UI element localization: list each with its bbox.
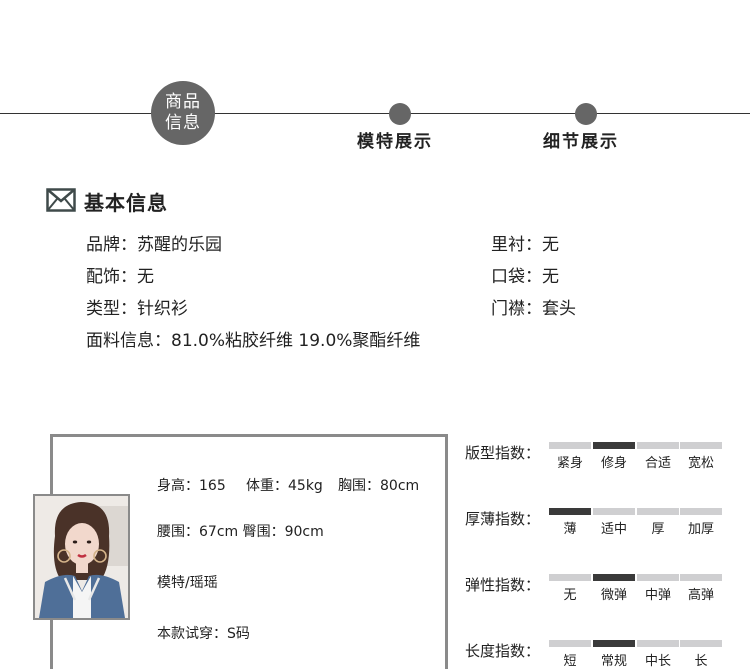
model-chest: 胸围：80cm [338, 478, 420, 494]
index-option: 高弹 [687, 588, 714, 603]
index-bar-selected [549, 508, 591, 515]
index-option: 无 [563, 588, 577, 603]
step-model-label[interactable]: 模特展示 [357, 127, 433, 152]
index-bar [549, 442, 591, 449]
info-placket: 门襟：套头 [491, 299, 576, 319]
index-option: 薄 [563, 522, 577, 537]
info-accessory: 配饰：无 [86, 267, 154, 287]
index-bar [593, 508, 635, 515]
index-bar [549, 640, 591, 647]
model-weight: 体重：45kg [246, 478, 323, 494]
step-product-info-line2: 信息 [165, 113, 201, 133]
index-bar [637, 442, 679, 449]
step-product-info[interactable]: 商品 信息 [151, 81, 215, 145]
index-option: 宽松 [687, 456, 714, 471]
index-option: 微弹 [600, 588, 627, 603]
index-option: 紧身 [556, 456, 583, 471]
index-bar [637, 508, 679, 515]
model-size-tried: 本款试穿：S码 [157, 626, 250, 642]
step-detail-dot[interactable] [575, 103, 597, 125]
index-option: 中弹 [644, 588, 671, 603]
index-option: 修身 [600, 456, 627, 471]
envelope-icon [46, 188, 76, 212]
section-title: 基本信息 [84, 191, 168, 215]
index-bar [637, 574, 679, 581]
index-bar-selected [593, 442, 635, 449]
model-photo [33, 494, 130, 620]
index-label: 厚薄指数： [465, 510, 541, 528]
index-option: 厚 [651, 522, 665, 537]
index-option: 长 [694, 654, 708, 669]
index-label: 长度指数： [465, 642, 541, 660]
info-fabric: 面料信息：81.0%粘胶纤维 19.0%聚酯纤维 [86, 331, 421, 351]
model-portrait-image [35, 496, 128, 618]
index-option: 中长 [644, 654, 671, 669]
step-product-info-line1: 商品 [165, 92, 201, 112]
index-label: 版型指数： [465, 444, 541, 462]
index-option: 短 [563, 654, 577, 669]
index-bar-selected [593, 640, 635, 647]
index-bar [680, 442, 722, 449]
timeline-line [0, 113, 750, 114]
model-waist-hip: 腰围：67cm 臀围：90cm [157, 524, 324, 540]
info-brand: 品牌：苏醒的乐园 [86, 235, 222, 255]
index-bar [549, 574, 591, 581]
index-bar [680, 508, 722, 515]
step-model-dot[interactable] [389, 103, 411, 125]
info-pocket: 口袋：无 [491, 267, 559, 287]
info-lining: 里衬：无 [491, 235, 559, 255]
index-bar [680, 640, 722, 647]
model-height: 身高：165 [157, 478, 226, 494]
index-bar-selected [593, 574, 635, 581]
step-detail-label[interactable]: 细节展示 [543, 127, 619, 152]
info-type: 类型：针织衫 [86, 299, 188, 319]
index-label: 弹性指数： [465, 576, 541, 594]
model-name: 模特/瑶瑶 [157, 575, 218, 591]
index-option: 常规 [600, 654, 627, 669]
index-option: 加厚 [687, 522, 714, 537]
index-bar [680, 574, 722, 581]
index-option: 适中 [600, 522, 627, 537]
index-option: 合适 [644, 456, 671, 471]
index-bar [637, 640, 679, 647]
